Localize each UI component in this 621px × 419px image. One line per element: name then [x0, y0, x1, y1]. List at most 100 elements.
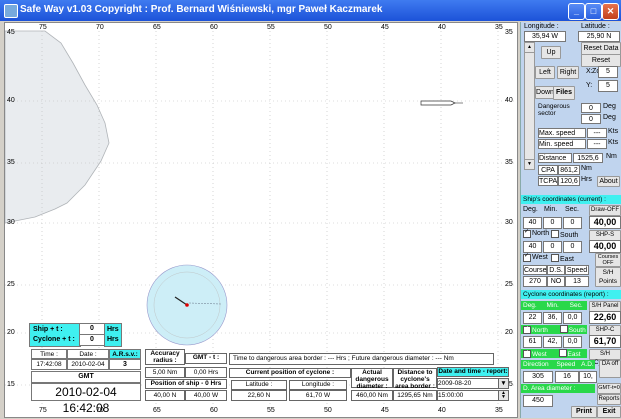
- gmt-on-button[interactable]: GMT-t=0 ON: [597, 383, 621, 400]
- map-canvas[interactable]: 75 70 65 60 55 50 45 40 35 45 40 35 30 2…: [4, 22, 518, 418]
- ship-lat-deg[interactable]: 40: [523, 217, 542, 229]
- chevron-down-icon[interactable]: ▼: [498, 378, 509, 389]
- cyc-lon-sec[interactable]: 0,0: [563, 336, 582, 348]
- ds-input[interactable]: NO: [547, 276, 565, 287]
- exit-button[interactable]: Exit: [597, 406, 621, 418]
- c-speed-input[interactable]: 16: [555, 371, 579, 383]
- map-tick-bottom: 50: [324, 407, 332, 414]
- ship-lon-deg[interactable]: 40: [523, 241, 542, 253]
- asv-label: A.R.s.v.:: [109, 349, 141, 359]
- sh-cyclone-button[interactable]: S/H Cyclone: [589, 349, 621, 366]
- d-area-label: D. Area diameter :: [521, 384, 595, 393]
- deg-unit: Deg: [603, 103, 616, 110]
- cyclone-center-marker: [185, 303, 189, 307]
- west-checkbox[interactable]: West: [523, 254, 548, 262]
- c-east-checkbox[interactable]: East: [558, 349, 581, 358]
- cyc-lat-sec[interactable]: 0,0: [563, 312, 582, 324]
- d-area-input[interactable]: 450: [523, 395, 553, 407]
- courses-off-button[interactable]: Courses OFF: [595, 253, 621, 267]
- cyc-lon-deg[interactable]: 61: [523, 336, 542, 348]
- nm-unit: Nm: [606, 153, 617, 160]
- cyc-lon-min[interactable]: 42,: [543, 336, 562, 348]
- map-tick-bottom: 35: [495, 407, 503, 414]
- y-input[interactable]: 5: [598, 80, 618, 92]
- sh-points-button[interactable]: S/H Points: [595, 267, 621, 287]
- pan-down-button[interactable]: Down: [535, 86, 555, 99]
- report-time-input[interactable]: 15:00:00: [437, 390, 499, 401]
- deg-unit: Deg: [603, 114, 616, 121]
- sector-deg2-input[interactable]: 0: [581, 114, 601, 124]
- latitude-value: 25,90 N: [578, 31, 620, 42]
- ship-lon-sec[interactable]: 0: [563, 241, 582, 253]
- kts-unit: Kts: [608, 139, 619, 146]
- draw-off-button[interactable]: Draw-OFF: [589, 205, 621, 216]
- longitude-label: Longitude :: [524, 23, 559, 30]
- files-button[interactable]: Files: [553, 86, 575, 100]
- map-tick-right: 35: [505, 29, 513, 36]
- c-sec-col-label: Sec.: [569, 302, 583, 309]
- c-speed-label: Speed: [556, 361, 576, 368]
- close-button[interactable]: ✕: [602, 3, 619, 20]
- direction-input[interactable]: 305: [523, 371, 553, 383]
- gmt-t-label: GMT - t :: [185, 353, 227, 364]
- time-label: Time :: [31, 349, 67, 359]
- ship-lat-sec[interactable]: 0: [563, 217, 582, 229]
- cyclone-lat-label: Latitude :: [231, 380, 287, 390]
- print-button[interactable]: Print: [571, 406, 597, 418]
- min-speed-label: Min. speed: [538, 139, 586, 149]
- maximize-button[interactable]: □: [585, 3, 602, 20]
- reports-button[interactable]: Reports: [597, 394, 621, 405]
- cyclone-lon-label: Longitude :: [289, 380, 347, 390]
- cyclone-t-input[interactable]: 0: [79, 334, 105, 346]
- minimize-button[interactable]: _: [568, 3, 585, 20]
- north-checkbox[interactable]: North: [523, 230, 549, 238]
- c-north-checkbox[interactable]: North: [523, 326, 548, 334]
- cyc-ns-row: North South: [521, 325, 587, 334]
- map-tick-left: 45: [7, 29, 15, 36]
- course-input[interactable]: 270: [523, 276, 547, 287]
- c-south-checkbox[interactable]: South: [559, 325, 586, 334]
- map-tick-top: 65: [153, 24, 161, 31]
- ad-input[interactable]: 10,: [579, 371, 597, 383]
- min-speed-value: ---: [587, 139, 607, 149]
- speed-input[interactable]: 13: [565, 276, 589, 287]
- da-off-button[interactable]: DA off: [599, 360, 621, 378]
- report-date-select[interactable]: 2009-08-20: [437, 378, 499, 389]
- cyclone-t-label: Cyclone + t :: [33, 336, 75, 343]
- distance-label: Distance: [538, 153, 572, 163]
- pan-up-button[interactable]: Up: [541, 46, 561, 59]
- ship-t-label: Ship + t :: [33, 326, 63, 333]
- cyc-lon-total: 61,70: [589, 335, 621, 348]
- asv-value[interactable]: 3: [109, 359, 141, 370]
- map-tick-bottom: 40: [438, 407, 446, 414]
- ship-lat-min[interactable]: 0: [543, 217, 562, 229]
- y-label: Y:: [586, 82, 593, 89]
- about-button[interactable]: About: [597, 176, 620, 187]
- x-input[interactable]: 5: [598, 66, 618, 78]
- map-tick-top: 70: [96, 24, 104, 31]
- c-west-checkbox[interactable]: West: [523, 350, 547, 358]
- cpa-value: 861,2: [558, 165, 580, 175]
- south-checkbox[interactable]: South: [551, 230, 578, 239]
- land-mass: [5, 30, 110, 224]
- scroll-down-arrow[interactable]: ▼: [525, 159, 534, 169]
- pan-left-button[interactable]: Left: [535, 66, 555, 79]
- pan-right-button[interactable]: Right: [557, 66, 579, 79]
- sector-deg1-input[interactable]: 0: [581, 103, 601, 113]
- map-tick-top: 35: [495, 24, 503, 31]
- map-tick-left: 25: [7, 281, 15, 288]
- east-checkbox[interactable]: East: [551, 254, 574, 263]
- c-min-col-label: Min.: [546, 302, 559, 309]
- map-tick-top: 50: [324, 24, 332, 31]
- ship-lon-min[interactable]: 0: [543, 241, 562, 253]
- cyc-lat-min[interactable]: 36,: [543, 312, 562, 324]
- min-col-label: Min.: [544, 206, 558, 213]
- cpa-unit: Nm: [581, 165, 592, 172]
- vertical-scrollbar[interactable]: ▲ ▼: [524, 42, 535, 170]
- map-tick-right: 30: [505, 219, 513, 226]
- ds-label: D.S.: [547, 265, 565, 275]
- scroll-up-arrow[interactable]: ▲: [525, 43, 534, 53]
- time-spinner[interactable]: ▲ ▼: [498, 390, 509, 401]
- cyc-lat-deg[interactable]: 22: [523, 312, 542, 324]
- title-bar[interactable]: Safe Way v1.03 Copyright : Prof. Bernard…: [0, 0, 621, 21]
